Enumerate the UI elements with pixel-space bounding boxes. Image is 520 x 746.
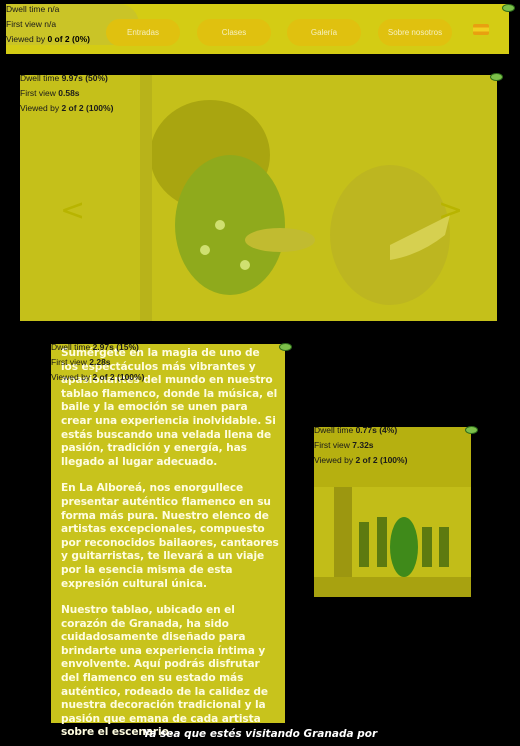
carousel-prev-button[interactable]: < — [60, 193, 85, 228]
intro-paragraph-3: Nuestro tablao, ubicado en el corazón de… — [61, 604, 268, 739]
photo-heatmap-marker[interactable] — [465, 426, 478, 434]
photo-heatmap-stats: Dwell time 0.77s (4%) First view 7.32s V… — [314, 425, 408, 465]
text-heatmap-stats: Dwell time 2.97s (15%) First view 2.28s … — [51, 342, 145, 382]
carousel-heatmap-marker[interactable] — [490, 73, 503, 81]
text-heatmap-marker[interactable] — [279, 343, 292, 351]
carousel-heatmap-stats: Dwell time 9.97s (50%) First view 0.58s … — [20, 73, 114, 113]
spain-flag-icon[interactable] — [473, 24, 489, 35]
nav-item-sobre-nosotros[interactable]: Sobre nosotros — [378, 19, 452, 46]
intro-text-section: Sumérgete en la magia de uno de los espe… — [51, 344, 285, 738]
closing-text: Ya sea que estés visitando Granada por — [142, 728, 378, 740]
nav-item-entradas[interactable]: Entradas — [106, 19, 180, 46]
nav-item-galeria[interactable]: Galería — [287, 19, 361, 46]
carousel-next-button[interactable]: > — [438, 193, 463, 228]
navbar-heatmap-marker[interactable] — [502, 4, 515, 12]
intro-paragraph-2: En La Alboreá, nos enorgullece presentar… — [61, 482, 279, 590]
navbar-heatmap-stats: Dwell time n/a First view n/a Viewed by … — [6, 4, 90, 44]
nav-item-clases[interactable]: Clases — [197, 19, 271, 46]
